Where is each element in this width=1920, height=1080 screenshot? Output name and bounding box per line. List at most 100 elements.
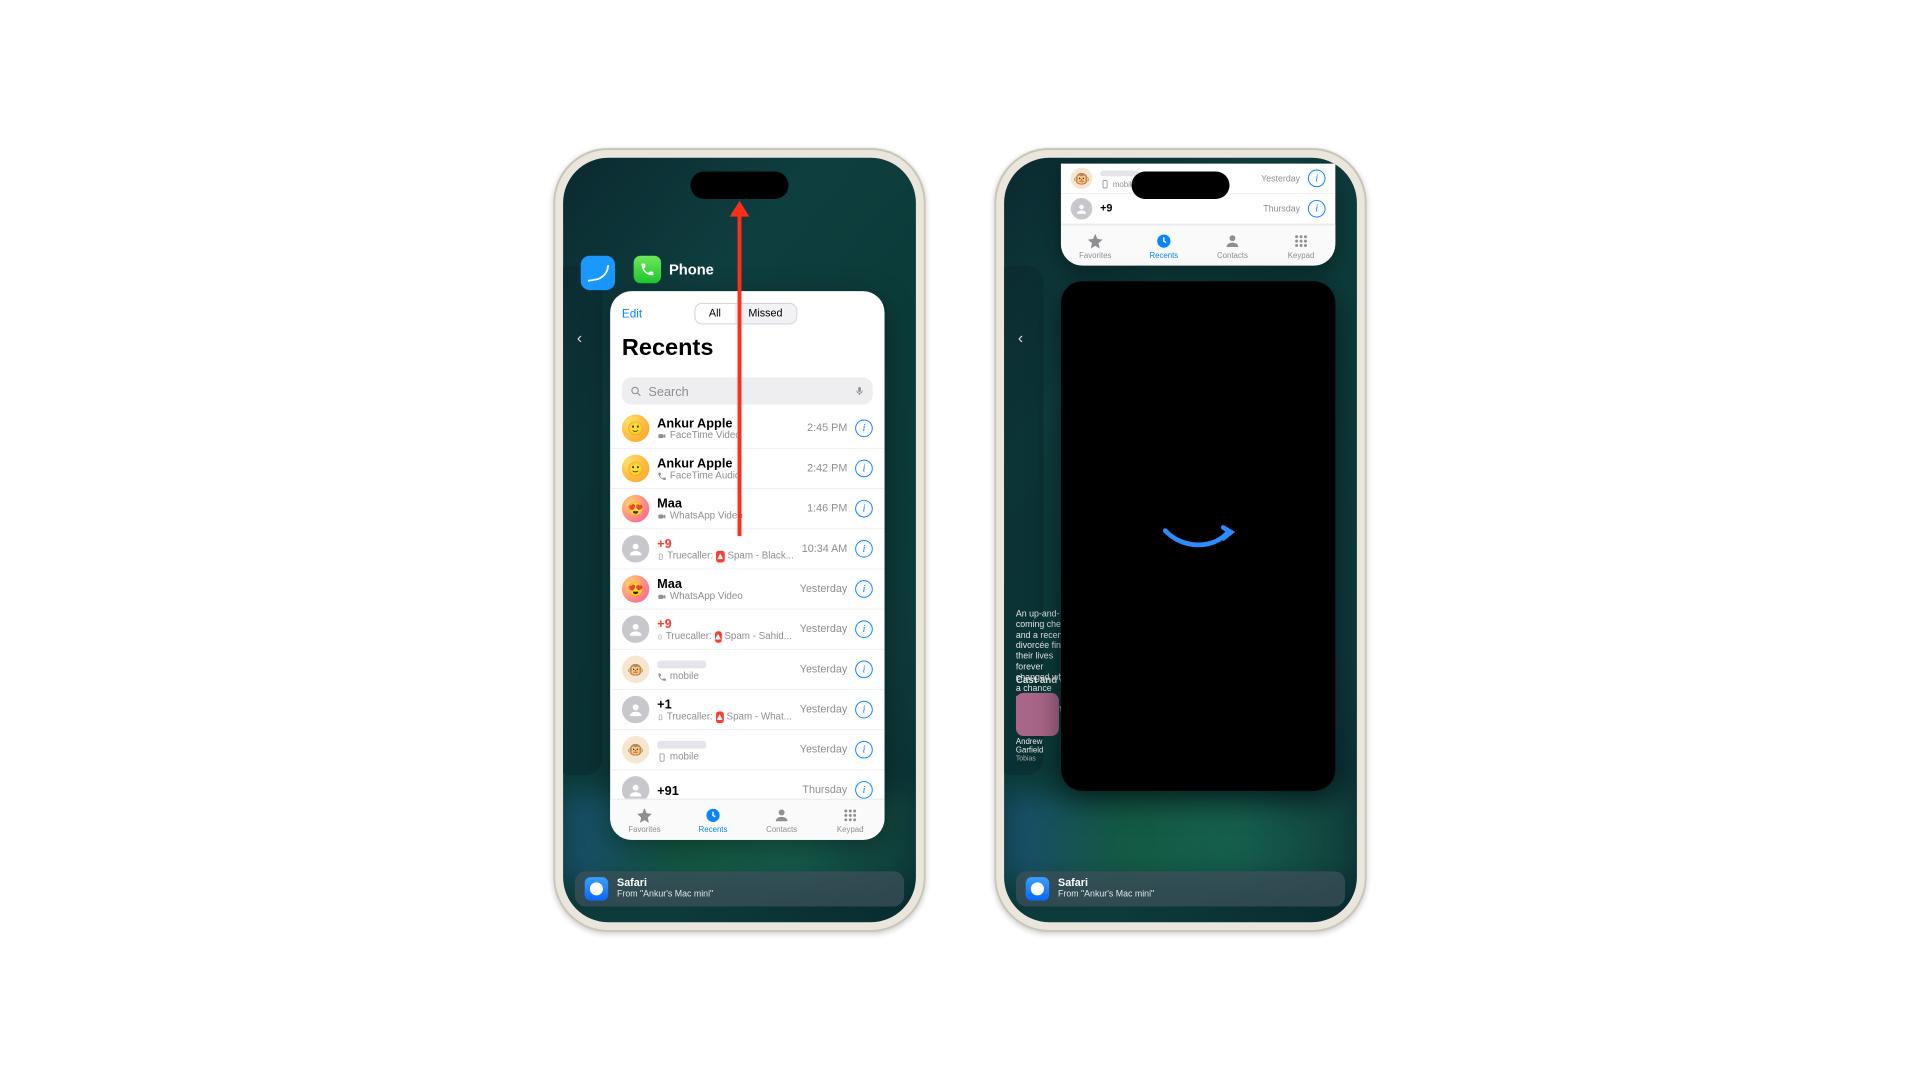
handoff-app: Safari: [1058, 878, 1154, 889]
call-time: Yesterday: [800, 704, 848, 716]
amazon-app-card[interactable]: [1061, 281, 1335, 791]
safari-icon: [1026, 877, 1050, 901]
actor-name: Andrew Garfield: [1016, 738, 1059, 755]
segment-missed[interactable]: Missed: [735, 304, 797, 324]
call-time: Yesterday: [1261, 173, 1300, 183]
caller-name: +91: [657, 783, 794, 798]
call-row[interactable]: +1 Truecaller: Spam - What...Yesterdayi: [610, 690, 884, 730]
call-time: 1:46 PM: [807, 503, 847, 515]
tab-bar: Favorites Recents Contacts Keypad: [1061, 224, 1335, 265]
avatar: 😍: [622, 575, 649, 602]
tab-keypad[interactable]: Keypad: [816, 800, 885, 840]
clock-icon: [1155, 232, 1173, 250]
info-button[interactable]: i: [1308, 170, 1326, 188]
tab-keypad[interactable]: Keypad: [1267, 225, 1336, 265]
avatar: 🙂: [622, 455, 649, 482]
actor-photo: [1016, 693, 1059, 736]
call-row[interactable]: +9 Truecaller: Spam - Sahid...Yesterdayi: [610, 610, 884, 650]
background-card-behind: [563, 266, 602, 776]
tab-recents[interactable]: Recents: [679, 800, 748, 840]
avatar: 🐵: [622, 656, 649, 683]
call-row[interactable]: +9 Truecaller: Spam - Black...10:34 AMi: [610, 529, 884, 569]
screen: ‹ An up-and-coming chef and a recent div…: [1004, 158, 1357, 922]
call-row[interactable]: 🙂Ankur Apple FaceTime Audio2:42 PMi: [610, 449, 884, 489]
call-row[interactable]: 😍Maa WhatsApp VideoYesterdayi: [610, 569, 884, 609]
app-name-label: Phone: [669, 261, 714, 278]
avatar: 🐵: [622, 736, 649, 763]
segmented-control[interactable]: All Missed: [694, 303, 797, 325]
call-time: 2:45 PM: [807, 422, 847, 434]
info-button[interactable]: i: [1308, 200, 1326, 218]
swipe-up-arrow-annotation: [738, 213, 742, 536]
call-detail: FaceTime Audio: [657, 470, 799, 481]
info-button[interactable]: i: [855, 701, 873, 719]
recents-list[interactable]: 🙂Ankur Apple FaceTime Video2:45 PMi🙂Anku…: [610, 409, 884, 799]
info-button[interactable]: i: [855, 419, 873, 437]
segment-all[interactable]: All: [695, 304, 734, 324]
avatar: 😍: [622, 495, 649, 522]
call-detail: Truecaller: Spam - Black...: [657, 550, 794, 562]
iphone-frame-right: ‹ An up-and-coming chef and a recent div…: [994, 148, 1366, 932]
chevron-left-icon: ‹: [577, 330, 582, 348]
dynamic-island: [691, 172, 789, 199]
info-button[interactable]: i: [855, 781, 873, 799]
call-row[interactable]: 🐵 mobileYesterdayi: [610, 650, 884, 690]
call-row[interactable]: 😍 Maa WhatsApp Video 1:46 PM i: [610, 489, 884, 529]
chevron-left-icon: ‹: [1018, 330, 1023, 348]
info-button[interactable]: i: [855, 540, 873, 558]
caller-name: +9: [657, 616, 792, 631]
tab-recents[interactable]: Recents: [1130, 225, 1199, 265]
info-button[interactable]: i: [855, 661, 873, 679]
call-time: Yesterday: [800, 663, 848, 675]
tab-favorites[interactable]: Favorites: [610, 800, 679, 840]
keypad-icon: [1292, 232, 1310, 250]
cast-tile: Andrew Garfield Tobias: [1016, 693, 1059, 762]
tab-contacts[interactable]: Contacts: [747, 800, 816, 840]
call-time: Thursday: [1263, 204, 1300, 214]
handoff-app: Safari: [617, 878, 713, 889]
info-button[interactable]: i: [855, 580, 873, 598]
safari-icon: [585, 877, 609, 901]
phone-app-card[interactable]: Edit All Missed Recents Search 🙂Ankur Ap…: [610, 291, 884, 840]
caller-name: +1: [657, 696, 792, 711]
info-button[interactable]: i: [855, 620, 873, 638]
tab-contacts[interactable]: Contacts: [1198, 225, 1267, 265]
handoff-banner[interactable]: Safari From "Ankur's Mac mini": [1016, 871, 1345, 906]
phone-app-icon: [634, 256, 661, 283]
dynamic-island: [1132, 172, 1230, 199]
avatar: 🙂: [622, 415, 649, 442]
caller-name: +9: [657, 536, 794, 551]
person-icon: [1224, 232, 1242, 250]
avatar: 🐵: [1071, 168, 1093, 190]
search-input[interactable]: Search: [622, 377, 873, 404]
call-time: Yesterday: [800, 583, 848, 595]
search-placeholder: Search: [648, 384, 688, 399]
caller-name: Maa: [657, 496, 799, 511]
call-detail: WhatsApp Video: [657, 511, 799, 522]
tab-favorites[interactable]: Favorites: [1061, 225, 1130, 265]
call-row[interactable]: 🙂Ankur Apple FaceTime Video2:45 PMi: [610, 409, 884, 449]
screen: ‹ Phone Edit All Missed: [563, 158, 916, 922]
caller-name: +9: [1100, 203, 1255, 215]
mic-icon: [854, 384, 865, 398]
edit-button[interactable]: Edit: [622, 307, 642, 321]
handoff-source: From "Ankur's Mac mini": [1058, 889, 1154, 900]
iphone-frame-left: ‹ Phone Edit All Missed: [553, 148, 925, 932]
tab-bar: Favorites Recents Contacts Keypad: [610, 799, 884, 840]
call-row[interactable]: +91 Thursday i: [610, 770, 884, 798]
call-time: Yesterday: [800, 623, 848, 635]
call-row[interactable]: 🐵 mobile Yesterday i: [610, 730, 884, 770]
caller-name: Maa: [657, 576, 792, 591]
call-time: Yesterday: [800, 744, 848, 756]
handoff-banner[interactable]: Safari From "Ankur's Mac mini": [575, 871, 904, 906]
amazon-smile-icon: [1159, 516, 1237, 555]
caller-name: [657, 657, 792, 672]
handoff-source: From "Ankur's Mac mini": [617, 889, 713, 900]
call-detail: FaceTime Video: [657, 430, 799, 441]
call-detail: mobile: [657, 752, 792, 763]
info-button[interactable]: i: [855, 500, 873, 518]
info-button[interactable]: i: [855, 460, 873, 478]
avatar: [1071, 198, 1093, 220]
info-button[interactable]: i: [855, 741, 873, 759]
call-time: Thursday: [802, 784, 847, 796]
